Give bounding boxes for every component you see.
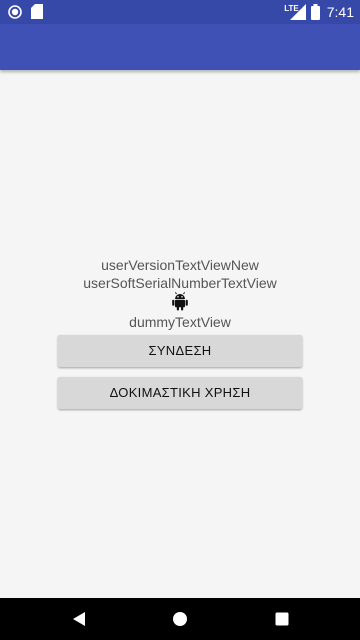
- clock: 7:41: [326, 4, 354, 20]
- app-notification-icon: [8, 4, 22, 19]
- serial-number-text: userSoftSerialNumberTextView: [83, 275, 277, 291]
- navigation-bar: [0, 598, 360, 640]
- sd-card-icon: [31, 4, 43, 19]
- login-button[interactable]: ΣΥΝΔΕΣΗ: [58, 335, 302, 367]
- trial-use-button[interactable]: ΔΟΚΙΜΑΣΤΙΚΗ ΧΡΗΣΗ: [58, 377, 302, 409]
- lte-signal-icon: [289, 4, 306, 20]
- main-content: userVersionTextViewNew userSoftSerialNum…: [0, 70, 360, 598]
- status-bar-right: LTE 7:41: [284, 2, 354, 22]
- home-icon[interactable]: [170, 609, 190, 629]
- status-bar: LTE 7:41: [0, 0, 360, 24]
- android-icon: [172, 292, 188, 311]
- back-icon[interactable]: [70, 609, 90, 629]
- app-toolbar: [0, 24, 360, 70]
- recents-icon[interactable]: [272, 609, 292, 629]
- status-bar-left: [8, 4, 43, 19]
- battery-icon: [310, 4, 320, 20]
- version-text: userVersionTextViewNew: [101, 257, 259, 273]
- dummy-text: dummyTextView: [129, 314, 231, 330]
